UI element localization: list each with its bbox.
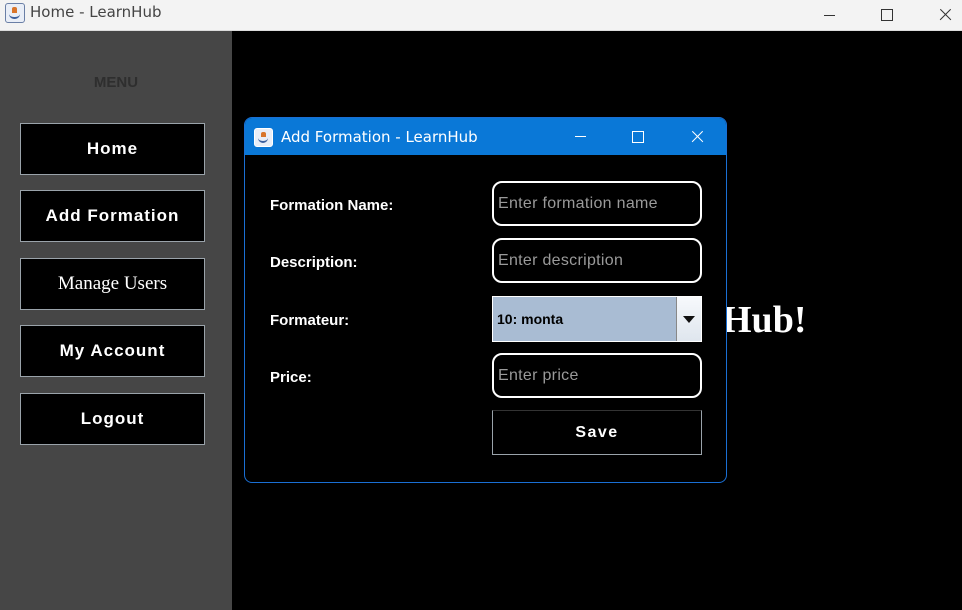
welcome-heading: Hub! xyxy=(722,299,807,341)
java-app-icon xyxy=(254,128,273,147)
maximize-icon xyxy=(881,9,893,21)
nav-my-account-button[interactable]: My Account xyxy=(20,325,205,377)
formateur-select[interactable]: 10: monta xyxy=(492,296,702,342)
description-label: Description: xyxy=(270,254,358,271)
dialog-title: Add Formation - LearnHub xyxy=(281,128,478,146)
maximize-icon xyxy=(632,130,644,143)
minimize-icon xyxy=(823,14,835,16)
price-input[interactable] xyxy=(492,353,702,398)
dialog-close-button[interactable] xyxy=(677,118,717,155)
minimize-button[interactable] xyxy=(806,0,852,30)
save-button[interactable]: Save xyxy=(492,410,702,455)
formation-name-label: Formation Name: xyxy=(270,197,394,214)
menu-label: MENU xyxy=(93,74,139,91)
maximize-button[interactable] xyxy=(864,0,910,30)
java-app-icon xyxy=(5,3,25,23)
formateur-selected-value: 10: monta xyxy=(497,311,564,327)
dialog-maximize-button[interactable] xyxy=(618,118,658,155)
chevron-down-icon xyxy=(683,315,695,323)
formation-name-input[interactable] xyxy=(492,181,702,226)
minimize-icon xyxy=(574,136,586,137)
price-label: Price: xyxy=(270,369,312,386)
formateur-label: Formateur: xyxy=(270,312,350,329)
window-titlebar: Home - LearnHub xyxy=(0,0,962,31)
sidebar: MENU Home Add Formation Manage Users My … xyxy=(0,31,232,610)
add-formation-dialog: Add Formation - LearnHub Formation Name:… xyxy=(244,117,727,483)
nav-logout-button[interactable]: Logout xyxy=(20,393,205,445)
nav-add-formation-button[interactable]: Add Formation xyxy=(20,190,205,242)
dialog-titlebar: Add Formation - LearnHub xyxy=(245,118,726,155)
nav-manage-users-button[interactable]: Manage Users xyxy=(20,258,205,310)
window-title: Home - LearnHub xyxy=(30,3,162,21)
close-icon xyxy=(938,8,952,22)
close-icon xyxy=(690,130,704,144)
dropdown-button[interactable] xyxy=(676,297,701,341)
close-button[interactable] xyxy=(922,0,962,30)
dialog-minimize-button[interactable] xyxy=(560,118,600,155)
description-input[interactable] xyxy=(492,238,702,283)
nav-home-button[interactable]: Home xyxy=(20,123,205,175)
